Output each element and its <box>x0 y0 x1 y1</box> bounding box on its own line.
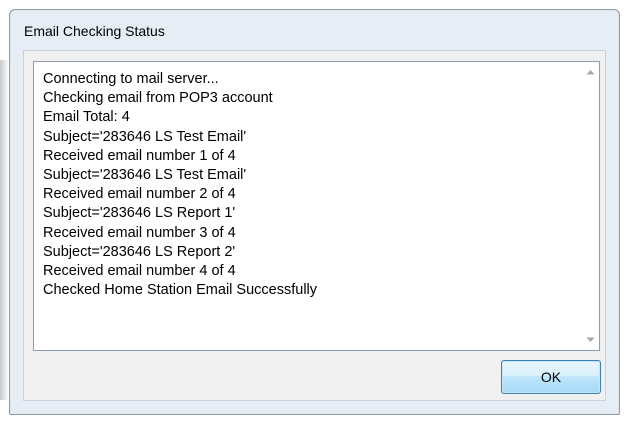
log-line: Checking email from POP3 account <box>43 90 273 107</box>
log-line: Received email number 2 of 4 <box>43 186 236 203</box>
status-log-lines: Connecting to mail server... Checking em… <box>43 70 573 300</box>
window-title: Email Checking Status <box>24 23 165 39</box>
dialog-client-area: Connecting to mail server... Checking em… <box>23 50 606 401</box>
ok-button[interactable]: OK <box>501 360 601 394</box>
log-line: Subject='283646 LS Report 1' <box>43 205 236 222</box>
status-log-textbox[interactable]: Connecting to mail server... Checking em… <box>33 61 600 351</box>
log-line: Received email number 3 of 4 <box>43 224 236 241</box>
title-bar[interactable]: Email Checking Status <box>10 10 619 50</box>
chevron-up-icon[interactable] <box>581 63 599 81</box>
log-line: Subject='283646 LS Report 2' <box>43 243 236 260</box>
log-line: Subject='283646 LS Test Email' <box>43 128 247 145</box>
log-line: Received email number 4 of 4 <box>43 262 236 279</box>
email-status-dialog: Email Checking Status Connecting to mail… <box>9 9 620 415</box>
log-line: Received email number 1 of 4 <box>43 147 236 164</box>
background-window-edge <box>0 60 9 400</box>
log-line: Connecting to mail server... <box>43 71 219 87</box>
vertical-scrollbar[interactable] <box>581 62 599 350</box>
log-line: Email Total: 4 <box>43 109 130 126</box>
log-line: Checked Home Station Email Successfully <box>43 282 318 299</box>
log-line: Subject='283646 LS Test Email' <box>43 166 247 183</box>
chevron-down-icon[interactable] <box>581 331 599 349</box>
